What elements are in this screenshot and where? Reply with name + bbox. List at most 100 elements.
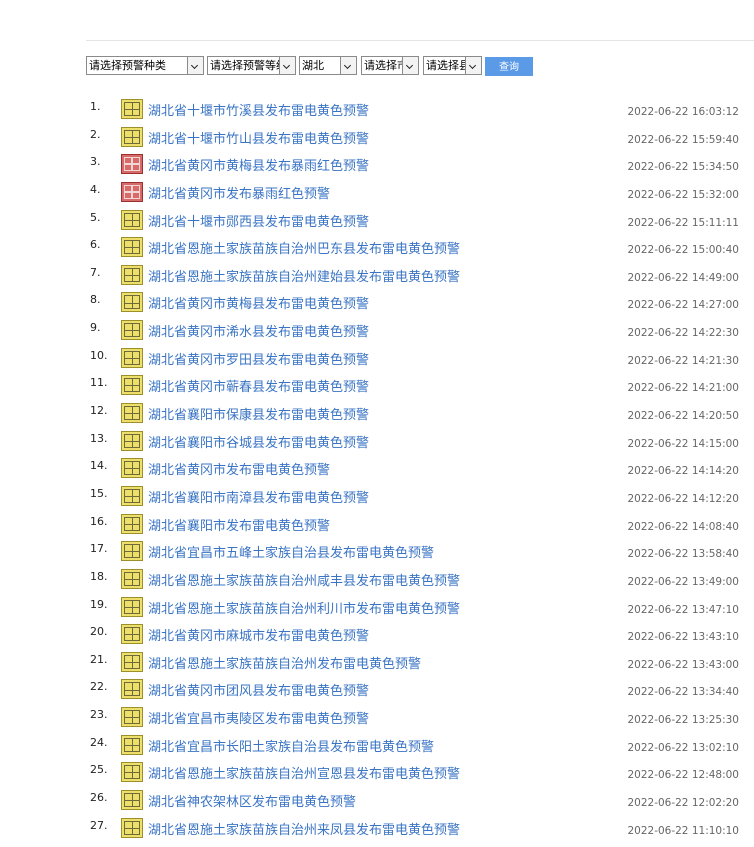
warning-timestamp: 2022-06-22 14:20:50 [627,410,739,423]
warning-timestamp: 2022-06-22 13:34:40 [627,686,739,699]
list-item-number: 9. [90,321,101,335]
lightning-yellow-icon [121,568,143,589]
list-item: 24. 湖北省宜昌市长阳土家族自治县发布雷电黄色预警 2022-06-22 13:0… [0,731,754,759]
warning-title-link[interactable]: 湖北省十堰市竹溪县发布雷电黄色预警 [148,100,369,119]
warning-timestamp: 2022-06-22 15:34:50 [627,161,739,174]
warning-title-link[interactable]: 湖北省黄冈市团风县发布雷电黄色预警 [148,680,369,699]
warning-timestamp: 2022-06-22 15:00:40 [627,244,739,257]
lightning-yellow-icon [121,734,143,755]
warning-timestamp: 2022-06-22 14:49:00 [627,271,739,284]
list-item-number: 3. [90,155,101,169]
warning-title-link[interactable]: 湖北省襄阳市发布雷电黄色预警 [148,515,330,534]
warning-title-link[interactable]: 湖北省恩施土家族苗族自治州来凤县发布雷电黄色预警 [148,819,460,838]
warning-timestamp: 2022-06-22 14:12:20 [627,492,739,505]
list-item-number: 10. [90,348,108,362]
warning-title-link[interactable]: 湖北省黄冈市发布暴雨红色预警 [148,183,330,202]
lightning-yellow-icon [121,403,143,424]
list-item-number: 22. [90,680,108,694]
list-item-number: 12. [90,404,108,418]
list-item-number: 27. [90,818,108,832]
warning-timestamp: 2022-06-22 14:15:00 [627,437,739,450]
warning-timestamp: 2022-06-22 13:25:30 [627,714,739,727]
city-select[interactable]: 请选择市 [361,56,419,75]
list-item: 15. 湖北省襄阳市南漳县发布雷电黄色预警 2022-06-22 14:12:20 [0,482,754,510]
warning-title-link[interactable]: 湖北省神农架林区发布雷电黄色预警 [148,791,356,810]
list-item-number: 1. [90,100,101,113]
warning-timestamp: 2022-06-22 11:10:10 [627,824,739,837]
warning-title-link[interactable]: 湖北省襄阳市谷城县发布雷电黄色预警 [148,432,369,451]
lightning-yellow-icon [121,707,143,728]
warning-title-link[interactable]: 湖北省黄冈市罗田县发布雷电黄色预警 [148,349,369,368]
list-item-number: 19. [90,597,108,611]
warning-title-link[interactable]: 湖北省宜昌市五峰土家族自治县发布雷电黄色预警 [148,542,434,561]
warning-title-link[interactable]: 湖北省十堰市郧西县发布雷电黄色预警 [148,211,369,230]
warning-title-link[interactable]: 湖北省恩施土家族苗族自治州建始县发布雷电黄色预警 [148,266,460,285]
county-value: 请选择县 [426,59,470,72]
warning-timestamp: 2022-06-22 12:48:00 [627,769,739,782]
list-item: 14. 湖北省黄冈市发布雷电黄色预警 2022-06-22 14:14:20 [0,454,754,482]
warning-title-link[interactable]: 湖北省宜昌市长阳土家族自治县发布雷电黄色预警 [148,736,434,755]
list-item: 16. 湖北省襄阳市发布雷电黄色预警 2022-06-22 14:08:40 [0,510,754,538]
warning-title-link[interactable]: 湖北省恩施土家族苗族自治州发布雷电黄色预警 [148,653,421,672]
lightning-yellow-icon [121,624,143,645]
warning-timestamp: 2022-06-22 14:22:30 [627,327,739,340]
list-item: 9. 湖北省黄冈市浠水县发布雷电黄色预警 2022-06-22 14:22:30 [0,316,754,344]
warning-title-link[interactable]: 湖北省黄冈市麻城市发布雷电黄色预警 [148,625,369,644]
lightning-yellow-icon [121,237,143,258]
warning-timestamp: 2022-06-22 12:02:20 [627,797,739,810]
lightning-yellow-icon [121,790,143,811]
warning-timestamp: 2022-06-22 15:32:00 [627,188,739,201]
warning-title-link[interactable]: 湖北省恩施土家族苗族自治州咸丰县发布雷电黄色预警 [148,570,460,589]
warning-title-link[interactable]: 湖北省黄冈市黄梅县发布暴雨红色预警 [148,155,369,174]
warning-title-link[interactable]: 湖北省襄阳市南漳县发布雷电黄色预警 [148,487,369,506]
warning-title-link[interactable]: 湖北省恩施土家族苗族自治州宣恩县发布雷电黄色预警 [148,763,460,782]
list-item: 26. 湖北省神农架林区发布雷电黄色预警 2022-06-22 12:02:20 [0,786,754,814]
warning-title-link[interactable]: 湖北省黄冈市蕲春县发布雷电黄色预警 [148,376,369,395]
warning-type-select[interactable]: 请选择预警种类 [86,56,204,75]
chevron-down-icon [402,57,418,74]
lightning-yellow-icon [121,209,143,230]
warning-title-link[interactable]: 湖北省宜昌市夷陵区发布雷电黄色预警 [148,708,369,727]
warning-title-link[interactable]: 湖北省黄冈市浠水县发布雷电黄色预警 [148,321,369,340]
list-item: 3. 湖北省黄冈市黄梅县发布暴雨红色预警 2022-06-22 15:34:50 [0,150,754,178]
county-select[interactable]: 请选择县 [423,56,482,75]
list-item-number: 7. [90,265,101,279]
warning-title-link[interactable]: 湖北省恩施土家族苗族自治州利川市发布雷电黄色预警 [148,598,460,617]
warning-title-link[interactable]: 湖北省襄阳市保康县发布雷电黄色预警 [148,404,369,423]
warning-title-link[interactable]: 湖北省十堰市竹山县发布雷电黄色预警 [148,128,369,147]
warning-level-select[interactable]: 请选择预警等级 [207,56,296,75]
lightning-yellow-icon [121,596,143,617]
lightning-yellow-icon [121,320,143,341]
list-item-number: 6. [90,238,101,252]
warning-timestamp: 2022-06-22 14:27:00 [627,299,739,312]
query-button[interactable]: 查询 [485,57,533,76]
list-item-number: 14. [90,459,108,473]
warning-timestamp: 2022-06-22 13:43:00 [627,658,739,671]
list-item: 13. 湖北省襄阳市谷城县发布雷电黄色预警 2022-06-22 14:15:00 [0,427,754,455]
warning-timestamp: 2022-06-22 13:47:10 [627,603,739,616]
province-select[interactable]: 湖北 [299,56,357,75]
list-item: 6. 湖北省恩施土家族苗族自治州巴东县发布雷电黄色预警 2022-06-22 15:… [0,233,754,261]
warning-title-link[interactable]: 湖北省恩施土家族苗族自治州巴东县发布雷电黄色预警 [148,238,460,257]
lightning-yellow-icon [121,541,143,562]
list-item: 18. 湖北省恩施土家族苗族自治州咸丰县发布雷电黄色预警 2022-06-22 13… [0,565,754,593]
lightning-yellow-icon [121,513,143,534]
chevron-down-icon [340,57,356,74]
warning-timestamp: 2022-06-22 14:21:00 [627,382,739,395]
lightning-yellow-icon [121,679,143,700]
warning-timestamp: 2022-06-22 14:21:30 [627,354,739,367]
list-item: 21. 湖北省恩施土家族苗族自治州发布雷电黄色预警 2022-06-22 13:43… [0,648,754,676]
warning-level-value: 请选择预警等级 [210,59,287,72]
list-item: 4. 湖北省黄冈市发布暴雨红色预警 2022-06-22 15:32:00 [0,178,754,206]
list-item-number: 23. [90,708,108,722]
list-item-number: 21. [90,652,108,666]
lightning-yellow-icon [121,762,143,783]
warning-title-link[interactable]: 湖北省黄冈市黄梅县发布雷电黄色预警 [148,293,369,312]
warning-timestamp: 2022-06-22 16:03:12 [627,106,739,118]
list-item-number: 17. [90,542,108,556]
lightning-yellow-icon [121,126,143,147]
list-item-number: 16. [90,514,108,528]
list-item: 20. 湖北省黄冈市麻城市发布雷电黄色预警 2022-06-22 13:43:10 [0,620,754,648]
warning-title-link[interactable]: 湖北省黄冈市发布雷电黄色预警 [148,459,330,478]
warning-list: 1. 湖北省十堰市竹溪县发布雷电黄色预警 2022-06-22 16:03:12 2.… [0,95,754,841]
